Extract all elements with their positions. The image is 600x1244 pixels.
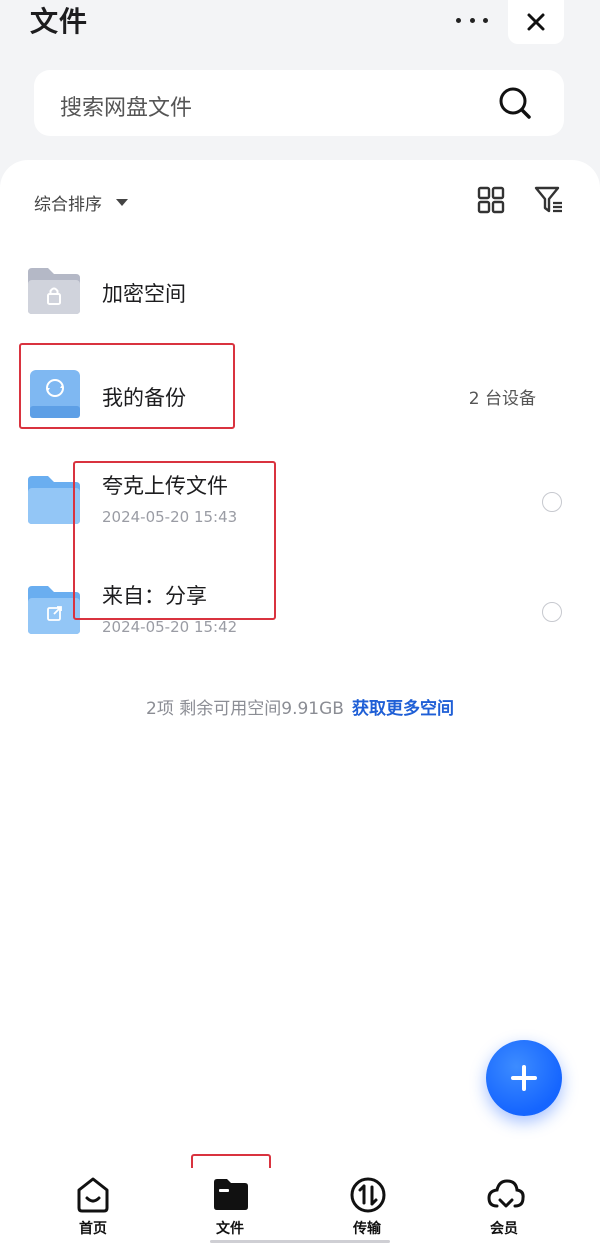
more-dot-icon: [469, 17, 475, 23]
list-item[interactable]: 我的备份 2 台设备: [0, 360, 600, 430]
backup-drive-icon: [30, 370, 80, 418]
add-button[interactable]: [486, 1040, 562, 1116]
file-date: 2024-05-20 15:42: [102, 618, 238, 636]
home-icon: [77, 1177, 109, 1213]
file-name: 夸克上传文件: [102, 474, 228, 498]
search-bar[interactable]: 搜索网盘文件: [34, 70, 564, 136]
file-name: 来自：分享: [102, 584, 207, 608]
shared-folder-icon: [28, 586, 80, 634]
home-indicator: [210, 1240, 390, 1243]
search-icon[interactable]: [498, 86, 532, 120]
tab-label: 首页: [79, 1221, 107, 1237]
tab-membership[interactable]: 会员: [464, 1172, 544, 1242]
tab-label: 会员: [490, 1221, 518, 1237]
tab-label: 传输: [353, 1221, 381, 1237]
storage-summary-text: 2项 剩余可用空间9.91GB: [146, 699, 344, 719]
sort-dropdown[interactable]: 综合排序: [34, 190, 128, 215]
tab-home[interactable]: 首页: [53, 1172, 133, 1242]
search-input[interactable]: 搜索网盘文件: [60, 90, 192, 122]
more-options-button[interactable]: [452, 6, 492, 34]
cloud-icon: [487, 1179, 525, 1208]
tab-transfer[interactable]: 传输: [327, 1172, 407, 1242]
tab-label: 文件: [216, 1221, 244, 1237]
get-more-space-link[interactable]: 获取更多空间: [352, 699, 454, 719]
storage-summary: 2项 剩余可用空间9.91GB 获取更多空间: [0, 694, 600, 719]
select-radio[interactable]: [542, 602, 562, 622]
folder-tab-icon: [214, 1179, 248, 1210]
file-date: 2024-05-20 15:43: [102, 508, 238, 526]
close-button[interactable]: [508, 0, 564, 44]
more-dot-icon: [483, 17, 488, 23]
file-name: 我的备份: [102, 386, 186, 410]
select-radio[interactable]: [542, 492, 562, 512]
tab-files[interactable]: 文件: [190, 1172, 270, 1242]
bottom-tab-bar: 首页 文件 传输 会员: [0, 1168, 600, 1244]
close-icon: [527, 13, 545, 31]
transfer-icon: [350, 1177, 386, 1213]
filter-icon[interactable]: [533, 184, 565, 216]
list-item[interactable]: 加密空间: [0, 260, 600, 330]
list-item[interactable]: 夸克上传文件 2024-05-20 15:43: [0, 460, 600, 550]
caret-down-icon: [116, 199, 128, 206]
locked-folder-icon: [28, 268, 80, 314]
page-title: 文件: [30, 5, 89, 38]
sort-label: 综合排序: [34, 195, 102, 215]
list-item[interactable]: 来自：分享 2024-05-20 15:42: [0, 570, 600, 660]
top-bar: 文件 搜索网盘文件: [0, 0, 600, 160]
file-name: 加密空间: [102, 282, 186, 306]
folder-icon: [28, 476, 80, 524]
more-dot-icon: [456, 17, 461, 23]
grid-view-icon[interactable]: [477, 186, 505, 214]
device-count: 2 台设备: [468, 389, 536, 409]
plus-icon: [511, 1065, 537, 1091]
